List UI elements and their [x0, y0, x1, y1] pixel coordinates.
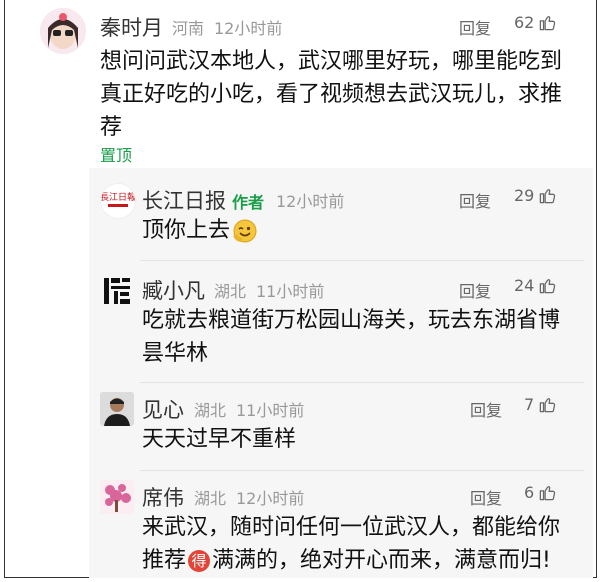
thumbs-up-icon: [540, 189, 556, 204]
divider: [140, 470, 584, 471]
divider: [140, 260, 584, 261]
author-badge: 作者: [232, 193, 265, 212]
timestamp: 12小时前: [236, 489, 305, 508]
username-text: 长江日报: [142, 189, 226, 213]
thumbs-up-icon: [539, 398, 556, 413]
username[interactable]: 长江日报 作者: [142, 185, 264, 215]
like-count: 29: [514, 186, 535, 205]
comment-text: 天天过早不重样: [142, 427, 297, 452]
location: 湖北: [194, 401, 227, 420]
comment-text: 顶你上去: [142, 214, 258, 247]
like-count: 62: [514, 13, 535, 32]
location: 湖北: [214, 282, 247, 301]
reply-button[interactable]: 回复: [459, 278, 491, 302]
timestamp: 11小时前: [256, 282, 325, 301]
comment-text: 吃就去粮道街万松园山海关，玩去东湖省博昙华林: [142, 308, 561, 366]
like-button[interactable]: 24: [514, 276, 557, 295]
username[interactable]: 见心: [142, 394, 184, 424]
username[interactable]: 席伟: [142, 482, 184, 512]
like-button[interactable]: 62: [514, 13, 557, 32]
user-avatar[interactable]: [100, 480, 134, 514]
reply-button[interactable]: 回复: [459, 15, 491, 39]
like-count: 24: [514, 276, 535, 295]
svg-text:長江日報: 長江日報: [101, 192, 135, 203]
like-count: 7: [524, 395, 535, 414]
user-avatar[interactable]: [100, 274, 134, 308]
divider: [140, 382, 584, 383]
thumbs-up-icon: [540, 16, 556, 31]
thumbs-up-icon: [539, 486, 556, 501]
comment-text: 想问问武汉本地人，武汉哪里好玩，哪里能吃到真正好吃的小吃，看了视频想去武汉玩儿，…: [100, 49, 563, 140]
user-avatar[interactable]: [100, 392, 134, 426]
thumbs-up-icon: [540, 279, 556, 294]
reply-button[interactable]: 回复: [459, 188, 491, 212]
user-avatar[interactable]: 長江日報: [100, 183, 136, 219]
reply-button[interactable]: 回复: [470, 397, 502, 421]
like-button[interactable]: 29: [514, 186, 557, 205]
pinned-label: 置顶: [100, 146, 133, 165]
like-button[interactable]: 7: [524, 395, 557, 414]
like-button[interactable]: 6: [524, 483, 557, 502]
user-avatar[interactable]: [40, 8, 86, 54]
username[interactable]: 秦时月: [100, 12, 163, 42]
timestamp: 11小时前: [236, 401, 305, 420]
location: 湖北: [194, 489, 227, 508]
comment-text-end: 满满的，绝对开心而来，满意而归!: [212, 548, 551, 573]
like-count: 6: [524, 483, 535, 502]
location: 河南: [172, 19, 205, 38]
reply-button[interactable]: 回复: [470, 485, 502, 509]
timestamp: 12小时前: [276, 192, 345, 211]
comment-text-content: 顶你上去: [142, 218, 231, 243]
de-badge-icon: 得: [188, 550, 211, 572]
wink-emoji-icon: [233, 219, 257, 243]
comment-text: 来武汉，随时问任何一位武汉人，都能给你推荐得满满的，绝对开心而来，满意而归!: [142, 511, 562, 577]
username[interactable]: 臧小凡: [142, 275, 205, 305]
timestamp: 12小时前: [214, 19, 283, 38]
